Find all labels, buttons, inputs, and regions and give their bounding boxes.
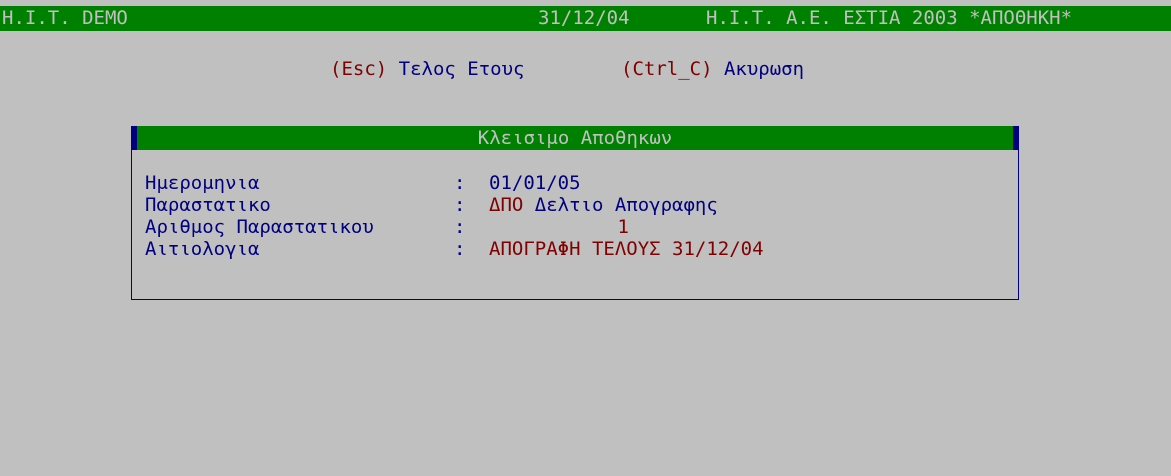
field-reason[interactable]: Αιτιολογια : ΑΠΟΓΡΑΦΗ ΤΕΛΟΥΣ 31/12/04 [145,238,1005,260]
shortcut-label-cancel: Ακυρωση [723,58,805,80]
field-document-number[interactable]: Αριθμος Παραστατικου : 1 [145,216,1005,238]
document-name: Δελτιο Απογραφης [534,194,718,216]
document-number-value[interactable]: 1 [479,216,629,238]
shortcut-year-end[interactable]: (Esc) Τελος Ετους [330,58,525,80]
company-name: H.I.T. DEMO [2,7,128,29]
field-colon: : [454,216,466,238]
title-edge-right [1013,126,1019,150]
shortcut-key-ctrl-c: (Ctrl_C) [621,58,713,80]
field-date[interactable]: Ημερομηνια : 01/01/05 [145,172,1005,194]
dialog-title-bar: Κλεισιμο Αποθηκων [131,126,1019,150]
warehouse-closing-dialog: Κλεισιμο Αποθηκων Ημερομηνια : 01/01/05 … [131,126,1019,300]
system-date: 31/12/04 [538,7,630,29]
field-label-document: Παραστατικο [145,194,271,216]
document-code: ΔΠΟ [489,194,524,216]
shortcut-label-year-end: Τελος Ετους [398,58,525,80]
field-document[interactable]: Παραστατικο : ΔΠΟ Δελτιο Απογραφης [145,194,1005,216]
field-colon: : [454,238,466,260]
status-bar: H.I.T. DEMO 31/12/04 H.I.T. A.E. ΕΣΤΙΑ 2… [0,6,1171,31]
application-title: H.I.T. A.E. ΕΣΤΙΑ 2003 *ΑΠΟΘΗΚΗ* [706,7,1073,29]
field-label-date: Ημερομηνια [145,172,260,194]
title-edge-left [131,126,137,150]
document-value[interactable]: ΔΠΟ Δελτιο Απογραφης [489,194,718,216]
date-value[interactable]: 01/01/05 [489,172,581,194]
reason-value[interactable]: ΑΠΟΓΡΑΦΗ ΤΕΛΟΥΣ 31/12/04 [489,238,764,260]
field-label-document-number: Αριθμος Παραστατικου [145,216,374,238]
field-colon: : [454,194,466,216]
field-colon: : [454,172,466,194]
dialog-title: Κλεισιμο Αποθηκων [477,127,673,149]
shortcut-key-esc: (Esc) [330,58,388,80]
field-label-reason: Αιτιολογια [145,238,260,260]
shortcut-cancel[interactable]: (Ctrl_C) Ακυρωση [621,58,804,80]
